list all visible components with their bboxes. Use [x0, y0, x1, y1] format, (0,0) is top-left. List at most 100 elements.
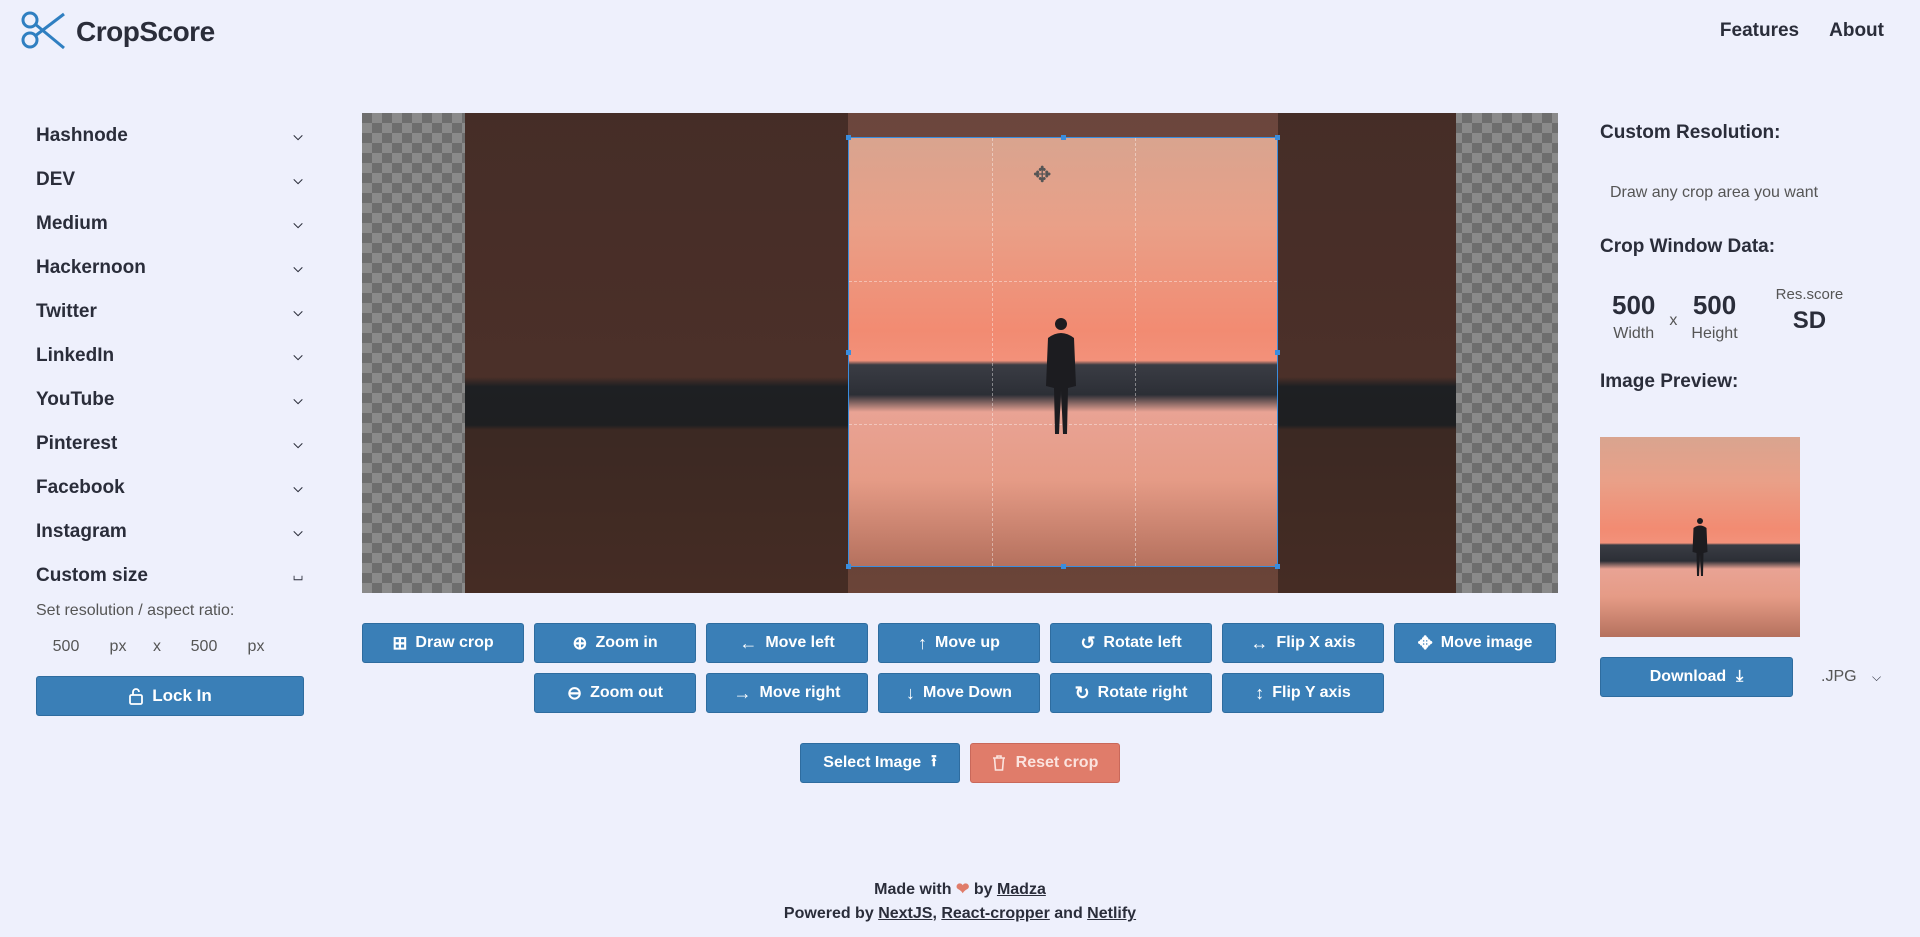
- crop-mask-right: [1278, 113, 1456, 593]
- resolution-separator: x: [153, 638, 161, 655]
- nextjs-link[interactable]: NextJS: [878, 905, 932, 922]
- crop-handle-e[interactable]: [1275, 350, 1280, 355]
- dimension-separator: x: [1669, 312, 1678, 329]
- height-label: Height: [1691, 325, 1738, 342]
- reset-crop-button[interactable]: Reset crop: [970, 743, 1120, 783]
- chevron-down-icon: ⌵: [293, 436, 303, 451]
- crop-canvas[interactable]: ✥: [362, 113, 1558, 593]
- select-image-button[interactable]: Select Image ⭱: [800, 743, 960, 783]
- zoom-in-button[interactable]: ⊕ Zoom in: [534, 623, 696, 663]
- arrow-right-icon: →: [733, 683, 752, 703]
- sidebar-item-linkedin[interactable]: LinkedIn ⌵: [36, 334, 304, 378]
- netlify-link[interactable]: Netlify: [1087, 905, 1136, 922]
- move-down-button[interactable]: ↓ Move Down: [878, 673, 1040, 713]
- crop-handle-w[interactable]: [846, 350, 851, 355]
- height-value: 500: [1692, 290, 1737, 320]
- crop-guide: [1135, 138, 1136, 566]
- chevron-down-icon: ⌵: [293, 260, 303, 275]
- sidebar-item-instagram[interactable]: Instagram ⌵: [36, 510, 304, 554]
- sidebar-item-hackernoon[interactable]: Hackernoon ⌵: [36, 246, 304, 290]
- flip-x-button[interactable]: ↔ Flip X axis: [1222, 623, 1384, 663]
- trash-icon: [992, 755, 1005, 771]
- unlock-icon: [129, 688, 144, 705]
- crop-handle-nw[interactable]: [846, 135, 851, 140]
- sidebar-item-label: Hackernoon: [36, 257, 146, 278]
- crop-handle-sw[interactable]: [846, 564, 851, 569]
- flip-y-icon: ↕: [1255, 683, 1265, 703]
- chevron-down-icon: ⌵: [293, 172, 303, 187]
- sidebar-item-label: Hashnode: [36, 125, 128, 146]
- react-cropper-link[interactable]: React-cropper: [941, 905, 1049, 922]
- chevron-down-icon: ⌵: [293, 524, 303, 539]
- scissors-icon: [21, 11, 65, 50]
- footer-line-1: Made with ❤ by Madza: [0, 878, 1920, 902]
- rotate-right-button[interactable]: ↻ Rotate right: [1050, 673, 1212, 713]
- res-score: Res.score SD: [1776, 286, 1844, 335]
- res-score-label: Res.score: [1775, 286, 1844, 303]
- crop-handle-s[interactable]: [1061, 564, 1066, 569]
- crop-handle-ne[interactable]: [1275, 135, 1280, 140]
- lock-in-button[interactable]: Lock In: [36, 676, 304, 716]
- sidebar-item-label: Instagram: [36, 521, 127, 542]
- format-value: .JPG: [1821, 668, 1857, 685]
- move-up-button[interactable]: ↑ Move up: [878, 623, 1040, 663]
- custom-resolution-desc: Draw any crop area you want: [1610, 184, 1819, 201]
- sidebar-item-hashnode[interactable]: Hashnode ⌵: [36, 114, 304, 158]
- move-image-button[interactable]: ✥ Move image: [1394, 623, 1556, 663]
- crop-box[interactable]: ✥: [846, 135, 1280, 569]
- preview-person-silhouette: [1692, 518, 1708, 576]
- crop-controls: ⊞ Draw crop ⊕ Zoom in ← Move left ↑ Move up …: [362, 623, 1558, 723]
- move-right-button[interactable]: → Move right: [706, 673, 868, 713]
- sidebar-item-label: Medium: [36, 213, 108, 234]
- flip-y-button[interactable]: ↕ Flip Y axis: [1222, 673, 1384, 713]
- button-label: Move image: [1440, 634, 1533, 651]
- reset-crop-label: Reset crop: [1015, 754, 1099, 771]
- info-panel: Custom Resolution: Draw any crop area yo…: [1600, 122, 1900, 393]
- nav-about[interactable]: About: [1829, 20, 1884, 42]
- rotate-left-icon: ↺: [1080, 633, 1096, 653]
- move-left-button[interactable]: ← Move left: [706, 623, 868, 663]
- sidebar-item-label: DEV: [36, 169, 76, 190]
- button-label: Draw crop: [415, 634, 494, 651]
- chevron-down-icon: ⌵: [293, 304, 303, 319]
- crop-guide: [849, 281, 1277, 282]
- crop-handle-se[interactable]: [1275, 564, 1280, 569]
- download-button[interactable]: Download ⤓: [1600, 657, 1793, 697]
- draw-crop-button[interactable]: ⊞ Draw crop: [362, 623, 524, 663]
- zoom-out-button[interactable]: ⊖ Zoom out: [534, 673, 696, 713]
- rotate-left-button[interactable]: ↺ Rotate left: [1050, 623, 1212, 663]
- button-label: Rotate left: [1103, 634, 1182, 651]
- download-label: Download: [1649, 668, 1727, 685]
- sidebar-item-custom-size[interactable]: Custom size ⌴: [36, 554, 304, 598]
- author-link[interactable]: Madza: [997, 881, 1046, 898]
- format-select[interactable]: .JPG ⌵: [1821, 668, 1883, 686]
- sidebar-item-twitter[interactable]: Twitter ⌵: [36, 290, 304, 334]
- sidebar-item-youtube[interactable]: YouTube ⌵: [36, 378, 304, 422]
- logo[interactable]: CropScore: [20, 10, 215, 54]
- sidebar-item-medium[interactable]: Medium ⌵: [36, 202, 304, 246]
- height-input[interactable]: [174, 638, 234, 656]
- arrow-left-icon: ←: [739, 633, 758, 653]
- width-input[interactable]: [36, 638, 96, 656]
- sidebar-item-label: Pinterest: [36, 433, 118, 454]
- zoom-out-icon: ⊖: [567, 683, 583, 703]
- crop-data-title: Crop Window Data:: [1600, 236, 1776, 257]
- sidebar-item-facebook[interactable]: Facebook ⌵: [36, 466, 304, 510]
- sidebar-item-pinterest[interactable]: Pinterest ⌵: [36, 422, 304, 466]
- crop-handle-n[interactable]: [1061, 135, 1066, 140]
- upload-icon: ⭱: [931, 752, 937, 770]
- sidebar-item-dev[interactable]: DEV ⌵: [36, 158, 304, 202]
- by-text: by: [973, 881, 993, 898]
- made-with-text: Made with: [874, 881, 952, 898]
- button-label: Move right: [759, 684, 841, 701]
- custom-size-panel: Set resolution / aspect ratio: px x px L…: [36, 602, 304, 716]
- sidebar-item-label: Twitter: [36, 301, 97, 322]
- select-image-label: Select Image: [823, 754, 922, 771]
- sidebar: Hashnode ⌵ DEV ⌵ Medium ⌵ Hackernoon ⌵ Twitt…: [36, 114, 304, 716]
- chevron-down-icon: ⌵: [293, 480, 303, 495]
- download-row: Download ⤓ .JPG ⌵: [1600, 657, 1883, 697]
- button-label: Rotate right: [1097, 684, 1188, 701]
- button-label: Move left: [765, 634, 835, 651]
- nav-features[interactable]: Features: [1720, 20, 1799, 42]
